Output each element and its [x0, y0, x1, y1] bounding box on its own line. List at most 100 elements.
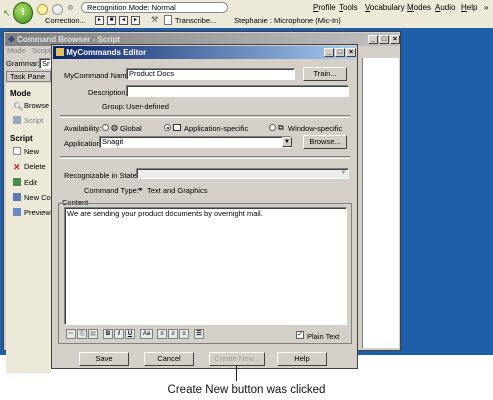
browse-item[interactable]: 🔍︎Browse [13, 101, 49, 111]
script-mode-item[interactable]: Script [13, 116, 43, 125]
menu-help[interactable]: Help [461, 3, 477, 12]
align-left-icon[interactable]: ≡ [157, 329, 167, 339]
correction-button[interactable]: Correction... [45, 16, 86, 25]
format-copy-icon[interactable]: ⎘ [77, 329, 87, 339]
preview-item[interactable]: Preview [13, 208, 51, 217]
plain-text-label: Plain Text [307, 332, 340, 341]
delete-icon: ✕ [13, 162, 21, 172]
cancel-button[interactable]: Cancel [144, 352, 194, 366]
command-browser-menu-mode[interactable]: Mode [7, 46, 26, 55]
mode-dot-icon[interactable] [37, 4, 48, 15]
availability-global-label: Global [120, 124, 142, 133]
browse-button[interactable]: Browse... [303, 135, 347, 149]
rewind-icon[interactable]: ◂ [119, 16, 128, 25]
chevron-icon[interactable]: » [484, 3, 488, 12]
stop-playback-icon[interactable]: ■ [107, 16, 116, 25]
transcribe-button[interactable]: Transcribe... [175, 16, 216, 25]
availability-global-radio[interactable] [102, 124, 109, 131]
recognizable-dropdown-arrow-icon: ▼ [340, 170, 347, 176]
recognition-mode-box[interactable]: Recognition Mode: Normal [81, 2, 228, 13]
italic-button[interactable]: I [114, 329, 124, 339]
format-paste-icon[interactable]: ▤ [88, 329, 98, 339]
command-browser-minimize-button[interactable]: _ [368, 35, 378, 44]
mode-header: Mode [10, 89, 31, 98]
bold-button[interactable]: B [103, 329, 113, 339]
delete-item[interactable]: ✕ Delete [13, 162, 46, 172]
help-button[interactable]: Help [277, 352, 327, 366]
menu-audio[interactable]: Audio [435, 3, 455, 12]
callout-line [236, 366, 237, 381]
text-graphics-icon: ⚭ [137, 185, 144, 194]
volume-dot-icon[interactable] [52, 4, 63, 15]
availability-application-label: Application-specific [184, 124, 249, 133]
availability-application-radio[interactable] [164, 124, 171, 131]
play-icon[interactable]: ▸ [95, 16, 104, 25]
format-cut-icon[interactable]: ✂ [66, 329, 76, 339]
font-button[interactable]: Aa [140, 329, 153, 339]
transcribe-tool-icon[interactable]: ⚒ [151, 15, 158, 24]
menu-vocabulary[interactable]: Vocabulary [365, 3, 405, 12]
grammar-field[interactable]: Sn [39, 58, 51, 69]
editor-titlebar: MyCommands Editor [53, 46, 356, 59]
forward-icon[interactable]: ▸ [131, 16, 140, 25]
microphone-status: Stephanie : Microphone (Mic-In) [234, 16, 341, 25]
command-browser-close-button[interactable]: × [390, 35, 400, 44]
command-browser-menu-script[interactable]: Script [32, 46, 51, 55]
task-pane-tab[interactable]: Task Pane [6, 71, 51, 82]
command-type-value: Text and Graphics [147, 186, 208, 195]
separator-top [60, 115, 350, 118]
command-browser-list-area [362, 58, 399, 348]
content-editor[interactable]: We are sending your product documents by… [64, 207, 347, 325]
align-right-icon[interactable]: ≡ [179, 329, 189, 339]
new-item[interactable]: New [13, 147, 39, 156]
globe-icon: ◍ [111, 123, 118, 132]
description-field[interactable] [126, 85, 349, 97]
command-browser-menubar: Mode Script [7, 46, 51, 55]
underline-button[interactable]: U [125, 329, 135, 339]
align-center-icon[interactable]: ≡ [168, 329, 178, 339]
preview-icon [13, 208, 21, 216]
editor-maximize-button[interactable]: □ [335, 48, 345, 57]
microphone-icon[interactable]: ! [13, 2, 33, 24]
plain-text-checkbox[interactable]: ✓ [296, 331, 304, 339]
command-browser-title: Command Browser - Script [16, 35, 121, 44]
application-select[interactable]: Snagit [99, 136, 292, 148]
recognizable-label: Recognizable in States: [64, 171, 143, 180]
menu-tools[interactable]: Tools [339, 3, 358, 12]
edit-icon [13, 178, 21, 186]
mycommand-name-field[interactable]: Product Docs [126, 68, 295, 80]
dragon-arrow-icon[interactable]: ↖ [3, 8, 11, 19]
save-button[interactable]: Save [79, 352, 129, 366]
application-label: Application: [64, 139, 103, 148]
edit-item[interactable]: Edit [13, 178, 37, 187]
group-value: User-defined [126, 102, 169, 111]
train-button[interactable]: Train... [303, 67, 347, 81]
bullet-list-icon[interactable]: ☰ [194, 329, 204, 339]
mycommand-name-label: MyCommand Name: [64, 71, 133, 80]
browse-icon: 🔍︎ [13, 102, 24, 111]
application-window-icon [173, 124, 181, 131]
window-specific-icon: ⧉ [278, 123, 284, 132]
editor-minimize-button[interactable]: _ [324, 48, 334, 57]
transcribe-doc-icon[interactable] [164, 15, 172, 25]
new-copy-item[interactable]: New Cop [13, 193, 55, 202]
editor-title: MyCommands Editor [66, 48, 147, 57]
availability-label: Availability: [64, 124, 102, 133]
dragonbar: ↖ ! ⊗ Recognition Mode: Normal Profile T… [0, 0, 493, 29]
availability-window-radio[interactable] [269, 124, 276, 131]
menu-profile[interactable]: Profile [313, 3, 336, 12]
command-browser-maximize-button[interactable]: □ [379, 35, 389, 44]
mycommands-editor-dialog: MyCommands Editor _ □ × MyCommand Name: … [51, 44, 358, 369]
script-mode-icon [13, 116, 21, 124]
command-browser-icon: ✥ [8, 35, 15, 44]
new-copy-icon [13, 193, 21, 201]
create-new-button[interactable]: Create New... [209, 352, 265, 366]
menu-modes[interactable]: Modes [407, 3, 431, 12]
script-header: Script [10, 134, 33, 143]
editor-close-button[interactable]: × [346, 48, 356, 57]
availability-window-label: Window-specific [288, 124, 343, 133]
grammar-label: Grammar: [6, 59, 40, 68]
new-icon [13, 147, 21, 155]
application-dropdown-arrow-icon[interactable]: ▼ [282, 137, 292, 147]
stop-icon[interactable]: ⊗ [67, 3, 74, 12]
